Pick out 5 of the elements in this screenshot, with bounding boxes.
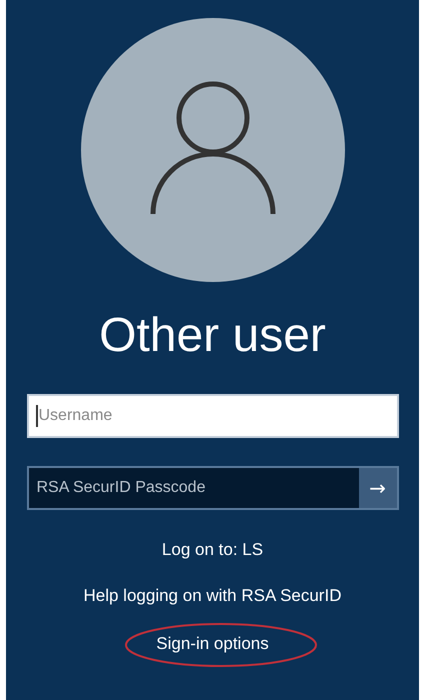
user-avatar-icon: [80, 18, 344, 282]
user-name: Other user: [99, 308, 326, 364]
username-field[interactable]: Username: [26, 394, 398, 438]
log-on-to-label: Log on to: LS: [162, 540, 264, 560]
help-link[interactable]: Help logging on with RSA SecurID: [84, 586, 342, 606]
